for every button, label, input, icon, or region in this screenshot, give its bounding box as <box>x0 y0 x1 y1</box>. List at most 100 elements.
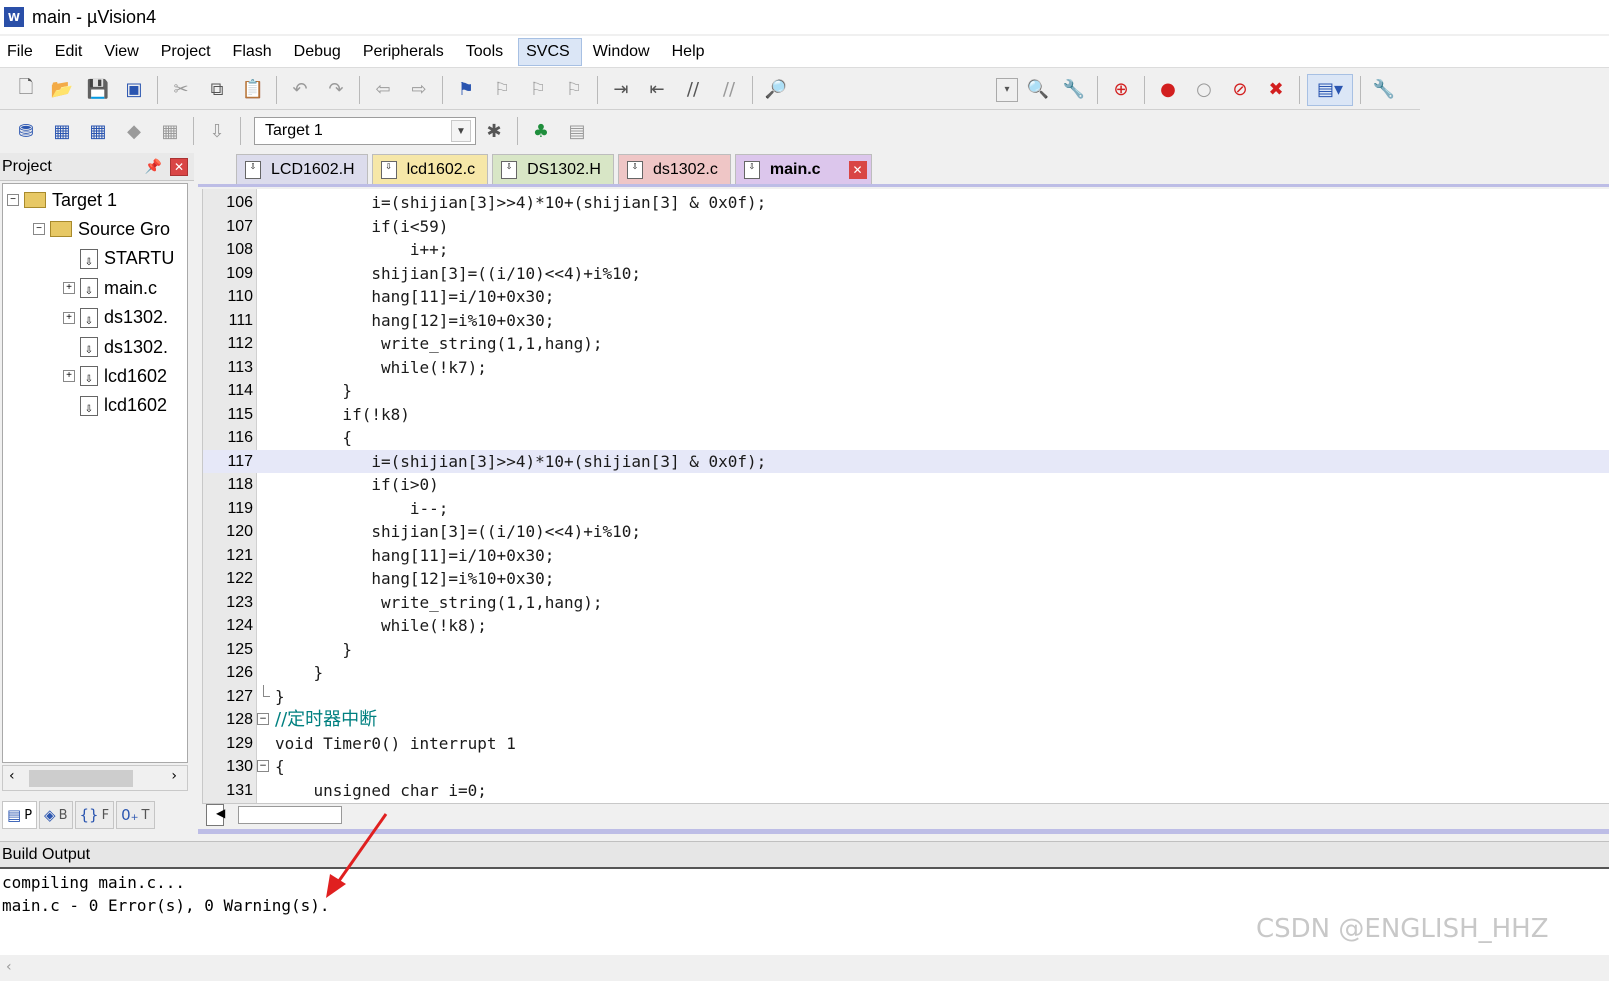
bookmark-icon[interactable]: ⚑ <box>450 74 482 106</box>
code-line[interactable]: 129 void Timer0() interrupt 1 <box>203 732 1609 756</box>
incremental-find-icon[interactable]: 🔧 <box>1058 74 1090 106</box>
find-in-files-icon[interactable]: 🔎 <box>760 74 792 106</box>
copy-icon[interactable]: ⧉ <box>201 74 233 106</box>
fold-icon[interactable]: − <box>257 713 269 725</box>
menu-window[interactable]: Window <box>586 39 661 65</box>
disable-breakpoints-icon[interactable]: ⊘ <box>1224 74 1256 106</box>
tree-item[interactable]: ⇩ ds1302. <box>63 333 168 361</box>
target-options-icon[interactable]: ✱ <box>478 115 510 147</box>
scroll-right-icon[interactable]: › <box>171 768 177 784</box>
unindent-icon[interactable]: ⇤ <box>641 74 673 106</box>
code-line[interactable]: 125 } <box>203 638 1609 662</box>
close-tab-icon[interactable]: ✕ <box>848 160 867 179</box>
menu-tools[interactable]: Tools <box>459 39 514 65</box>
expand-icon[interactable]: + <box>63 311 75 324</box>
tree-item[interactable]: + ⇩ ds1302. <box>63 304 168 332</box>
save-all-icon[interactable]: ▣ <box>118 74 150 106</box>
expand-icon[interactable]: + <box>63 282 75 295</box>
code-line[interactable]: 106 i=(shijian[3]>>4)*10+(shijian[3] & 0… <box>203 191 1609 215</box>
download-icon[interactable]: ⇩ <box>201 115 233 147</box>
code-line[interactable]: 108 i++; <box>203 238 1609 262</box>
tree-item[interactable]: + ⇩ lcd1602 <box>63 362 167 390</box>
code-line[interactable]: 123 write_string(1,1,hang); <box>203 591 1609 615</box>
configure-icon[interactable]: 🔧 <box>1368 74 1400 106</box>
indent-icon[interactable]: ⇥ <box>605 74 637 106</box>
collapse-icon[interactable]: − <box>33 223 45 236</box>
paste-icon[interactable]: 📋 <box>237 74 269 106</box>
prev-bookmark-icon[interactable]: ⚐ <box>486 74 518 106</box>
horizontal-scrollbar[interactable]: ‹ › <box>2 765 188 791</box>
batch-build-icon[interactable]: ◆ <box>118 115 150 147</box>
code-line[interactable]: 128−//定时器中断 <box>203 708 1609 732</box>
navigate-forward-icon[interactable]: ⇨ <box>403 74 435 106</box>
panel-tab-f[interactable]: {} F <box>74 801 115 829</box>
tree-item[interactable]: ⇩ lcd1602 <box>63 392 167 420</box>
code-line[interactable]: 131 unsigned char i=0; <box>203 779 1609 803</box>
file-tab[interactable]: ⇩ ds1302.c <box>617 154 731 184</box>
editor-horizontal-scrollbar[interactable]: ◀ <box>202 803 1609 826</box>
target-select[interactable]: Target 1 ▼ <box>254 117 476 145</box>
translate-icon[interactable]: ⛃ <box>10 115 42 147</box>
tree-item[interactable]: − Target 1 <box>7 186 117 214</box>
insert-breakpoint-icon[interactable]: ● <box>1152 74 1184 106</box>
menu-svcs[interactable]: SVCS <box>518 37 582 66</box>
panel-tab-t[interactable]: 0₊ T <box>116 801 155 829</box>
dropdown-icon[interactable]: ▾ <box>996 77 1018 102</box>
code-line[interactable]: 116 { <box>203 426 1609 450</box>
code-line[interactable]: 119 i--; <box>203 497 1609 521</box>
select-packs-icon[interactable]: ▤ <box>561 115 593 147</box>
redo-icon[interactable]: ↷ <box>320 74 352 106</box>
enable-breakpoint-icon[interactable]: ○ <box>1188 74 1220 106</box>
window-layout-icon[interactable]: ▤▾ <box>1307 73 1353 106</box>
debug-session-icon[interactable]: ⊕ <box>1105 74 1137 106</box>
next-bookmark-icon[interactable]: ⚐ <box>522 74 554 106</box>
manage-components-icon[interactable]: ♣ <box>525 115 557 147</box>
file-tab[interactable]: ⇩ DS1302.H <box>492 154 614 184</box>
cut-icon[interactable]: ✂ <box>165 74 197 106</box>
file-tab[interactable]: ⇩ lcd1602.c <box>371 154 489 184</box>
scroll-left-icon[interactable]: ◀ <box>216 806 225 820</box>
code-line[interactable]: 121 hang[11]=i/10+0x30; <box>203 544 1609 568</box>
panel-tab-p[interactable]: ▤ P <box>2 801 38 829</box>
scroll-left-icon[interactable]: ‹ <box>6 959 12 975</box>
close-icon[interactable]: ✕ <box>170 157 188 176</box>
menu-help[interactable]: Help <box>665 39 716 65</box>
save-icon[interactable]: 💾 <box>82 74 114 106</box>
menu-project[interactable]: Project <box>154 39 222 65</box>
rebuild-icon[interactable]: ▦ <box>82 115 114 147</box>
fold-icon[interactable]: − <box>257 760 269 772</box>
build-icon[interactable]: ▦ <box>46 115 78 147</box>
code-line[interactable]: 107 if(i<59) <box>203 215 1609 239</box>
tree-item[interactable]: ⇩ STARTU <box>63 245 174 273</box>
pin-icon[interactable]: 📌 <box>145 159 162 175</box>
code-line[interactable]: 110 hang[11]=i/10+0x30; <box>203 285 1609 309</box>
stop-build-icon[interactable]: ▦ <box>154 115 186 147</box>
code-line[interactable]: 112 write_string(1,1,hang); <box>203 332 1609 356</box>
clear-bookmarks-icon[interactable]: ⚐ <box>558 74 590 106</box>
code-line[interactable]: 109 shijian[3]=((i/10)<<4)+i%10; <box>203 262 1609 286</box>
new-file-icon[interactable]: 🗋 <box>10 74 42 106</box>
undo-icon[interactable]: ↶ <box>284 74 316 106</box>
code-line[interactable]: 127} <box>203 684 1609 709</box>
find-icon[interactable]: 🔍 <box>1022 74 1054 106</box>
menu-edit[interactable]: Edit <box>48 39 94 65</box>
code-line[interactable]: 111 hang[12]=i%10+0x30; <box>203 309 1609 333</box>
code-area[interactable]: 106 i=(shijian[3]>>4)*10+(shijian[3] & 0… <box>202 189 1609 803</box>
scroll-left-icon[interactable]: ‹ <box>9 768 15 784</box>
code-line[interactable]: 122 hang[12]=i%10+0x30; <box>203 567 1609 591</box>
scrollbar-thumb[interactable] <box>29 770 133 787</box>
code-line[interactable]: 124 while(!k8); <box>203 614 1609 638</box>
menu-flash[interactable]: Flash <box>226 39 283 65</box>
code-line[interactable]: 120 shijian[3]=((i/10)<<4)+i%10; <box>203 520 1609 544</box>
open-file-icon[interactable]: 📂 <box>46 74 78 106</box>
tree-item[interactable]: − Source Gro <box>33 215 170 243</box>
menu-view[interactable]: View <box>97 39 149 65</box>
chevron-down-icon[interactable]: ▼ <box>451 120 471 142</box>
file-tab[interactable]: ⇩ LCD1602.H <box>236 154 368 184</box>
menu-file[interactable]: File <box>0 39 44 65</box>
code-line[interactable]: 114 } <box>203 379 1609 403</box>
code-line[interactable]: 126 } <box>203 661 1609 685</box>
code-line[interactable]: 118 if(i>0) <box>203 473 1609 497</box>
collapse-icon[interactable]: − <box>7 194 19 206</box>
menu-debug[interactable]: Debug <box>287 39 352 65</box>
